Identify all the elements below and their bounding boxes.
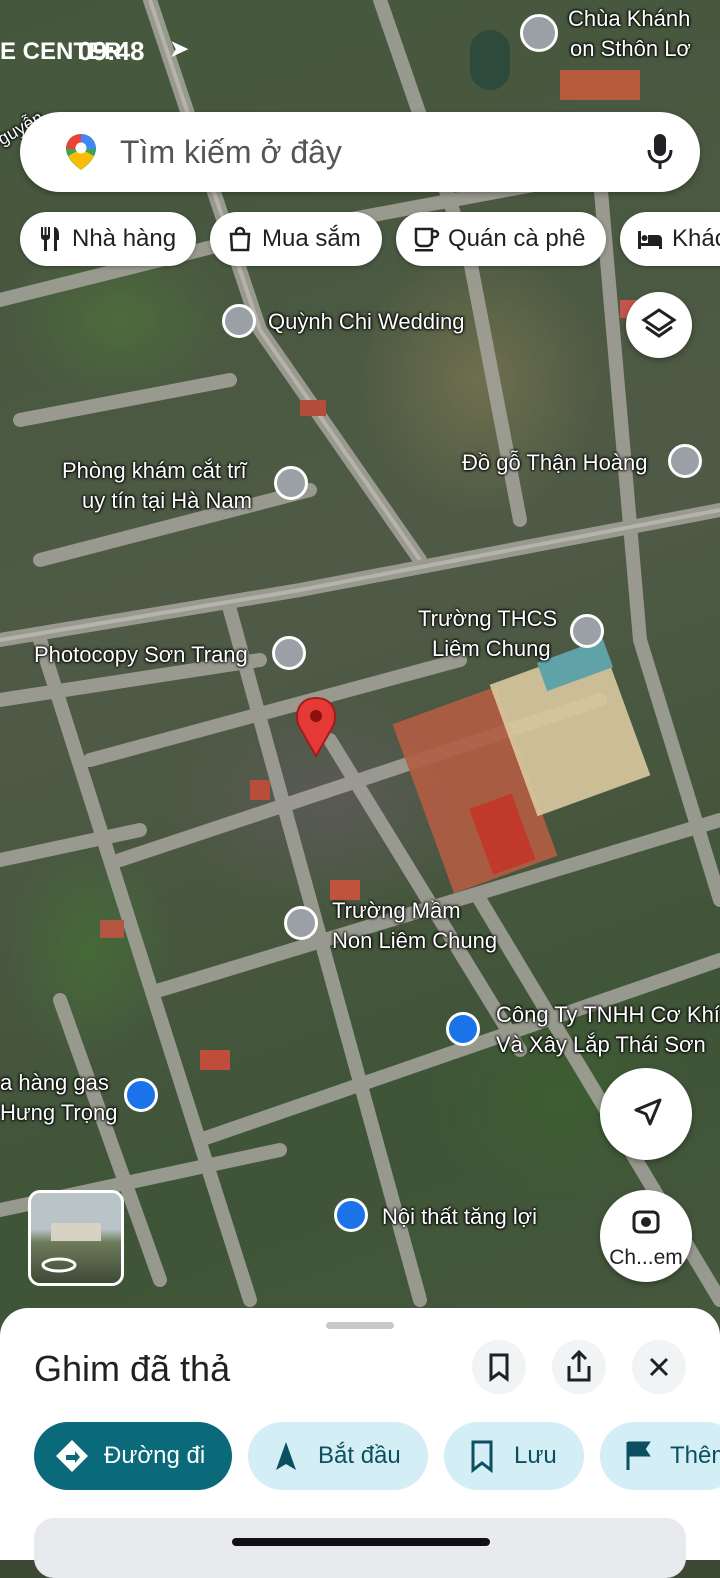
poi-label: Chùa Khánh [568, 6, 691, 31]
chip-coffee[interactable]: Quán cà phê [396, 212, 606, 266]
rotate-360-icon [41, 1257, 77, 1273]
place-poi-icon[interactable] [274, 466, 308, 500]
poi-label: Trường THCS [418, 606, 558, 631]
search-bar[interactable]: Tìm kiếm ở đây [20, 112, 700, 192]
navigation-arrow-icon [276, 1442, 296, 1470]
poi-label: Trường Mầm [332, 898, 461, 923]
chip-label: Mua sắm [262, 225, 361, 252]
restaurant-icon [41, 227, 59, 251]
poi-label: Phòng khám cắt trĩ [62, 458, 247, 483]
camera-search-button[interactable]: Ch...em [600, 1190, 692, 1282]
poi-label: Non Liêm Chung [332, 928, 498, 953]
poi-label: Nội thất tăng lợi [382, 1204, 538, 1229]
layers-icon [641, 308, 677, 338]
shop-poi-icon[interactable] [334, 1198, 368, 1232]
chip-label: Khác [672, 225, 720, 252]
chip-label: Quán cà phê [448, 225, 586, 252]
bookmark-icon [471, 1440, 493, 1474]
share-icon [567, 1349, 591, 1382]
category-chips: Nhà hàng Mua sắm Quán cà phê Khác [0, 212, 720, 268]
directions-button[interactable]: Đường đi [34, 1422, 232, 1490]
photo-preview[interactable] [34, 1518, 686, 1578]
hotel-bed-icon [638, 231, 662, 249]
home-indicator[interactable] [232, 1538, 490, 1546]
bottom-sheet[interactable]: Ghim đã thả Đường đi Bắt đầu Lưu Thêm [0, 1308, 720, 1578]
place-title: Ghim đã thả [34, 1348, 231, 1389]
poi-label: Hưng Trọng [0, 1100, 118, 1125]
place-poi-icon[interactable] [222, 304, 256, 338]
chip-restaurants[interactable]: Nhà hàng [20, 212, 196, 266]
poi-label: Và Xây Lắp Thái Sơn [496, 1032, 706, 1057]
coffee-icon [414, 227, 440, 252]
drag-handle[interactable] [326, 1322, 394, 1329]
poi-label: Công Ty TNHH Cơ Khí [496, 1002, 720, 1027]
status-time: 09:48 [78, 36, 145, 66]
poi-label: Quỳnh Chi Wedding [268, 309, 465, 334]
close-button[interactable] [632, 1340, 686, 1394]
close-icon [649, 1357, 669, 1377]
camera-label: Ch...em [609, 1246, 683, 1269]
lens-camera-icon [632, 1210, 660, 1234]
bookmark-icon [489, 1353, 509, 1382]
more-button[interactable]: Thêm [600, 1422, 720, 1490]
poi-label: Photocopy Sơn Trang [34, 642, 248, 667]
school-poi-icon[interactable] [570, 614, 604, 648]
directions-icon [56, 1440, 88, 1472]
street-view-thumbnail[interactable] [28, 1190, 124, 1286]
shopping-bag-icon [229, 226, 251, 252]
status-bar: E CENTER 09:48 ➤ [0, 30, 720, 70]
poi-label: Đồ gỗ Thận Hoàng [462, 450, 648, 475]
chip-more[interactable]: Khác [620, 212, 720, 266]
location-arrow-icon: ➤ [170, 36, 189, 61]
poi-label: uy tín tại Hà Nam [82, 488, 252, 513]
place-poi-icon[interactable] [272, 636, 306, 670]
google-maps-logo-icon [66, 134, 96, 170]
my-location-button[interactable] [600, 1068, 692, 1160]
share-button[interactable] [552, 1340, 606, 1394]
navigation-arrow-icon [634, 1098, 662, 1126]
chip-label: Nhà hàng [72, 225, 177, 252]
search-input[interactable]: Tìm kiếm ở đây [120, 134, 342, 171]
shop-poi-icon[interactable] [124, 1078, 158, 1112]
poi-label: a hàng gas [0, 1070, 109, 1095]
place-poi-icon[interactable] [668, 444, 702, 478]
microphone-icon[interactable] [646, 132, 674, 172]
shop-poi-icon[interactable] [446, 1012, 480, 1046]
action-label: Đường đi [104, 1442, 206, 1469]
start-button[interactable]: Bắt đầu [248, 1422, 428, 1490]
layers-button[interactable] [626, 292, 692, 358]
save-icon-button[interactable] [472, 1340, 526, 1394]
save-button[interactable]: Lưu [444, 1422, 584, 1490]
chip-shopping[interactable]: Mua sắm [210, 212, 382, 266]
action-label: Lưu [514, 1442, 557, 1469]
flag-icon [626, 1441, 651, 1470]
action-label: Thêm [670, 1442, 720, 1469]
school-poi-icon[interactable] [284, 906, 318, 940]
poi-label: Liêm Chung [432, 636, 551, 661]
action-label: Bắt đầu [318, 1442, 401, 1469]
